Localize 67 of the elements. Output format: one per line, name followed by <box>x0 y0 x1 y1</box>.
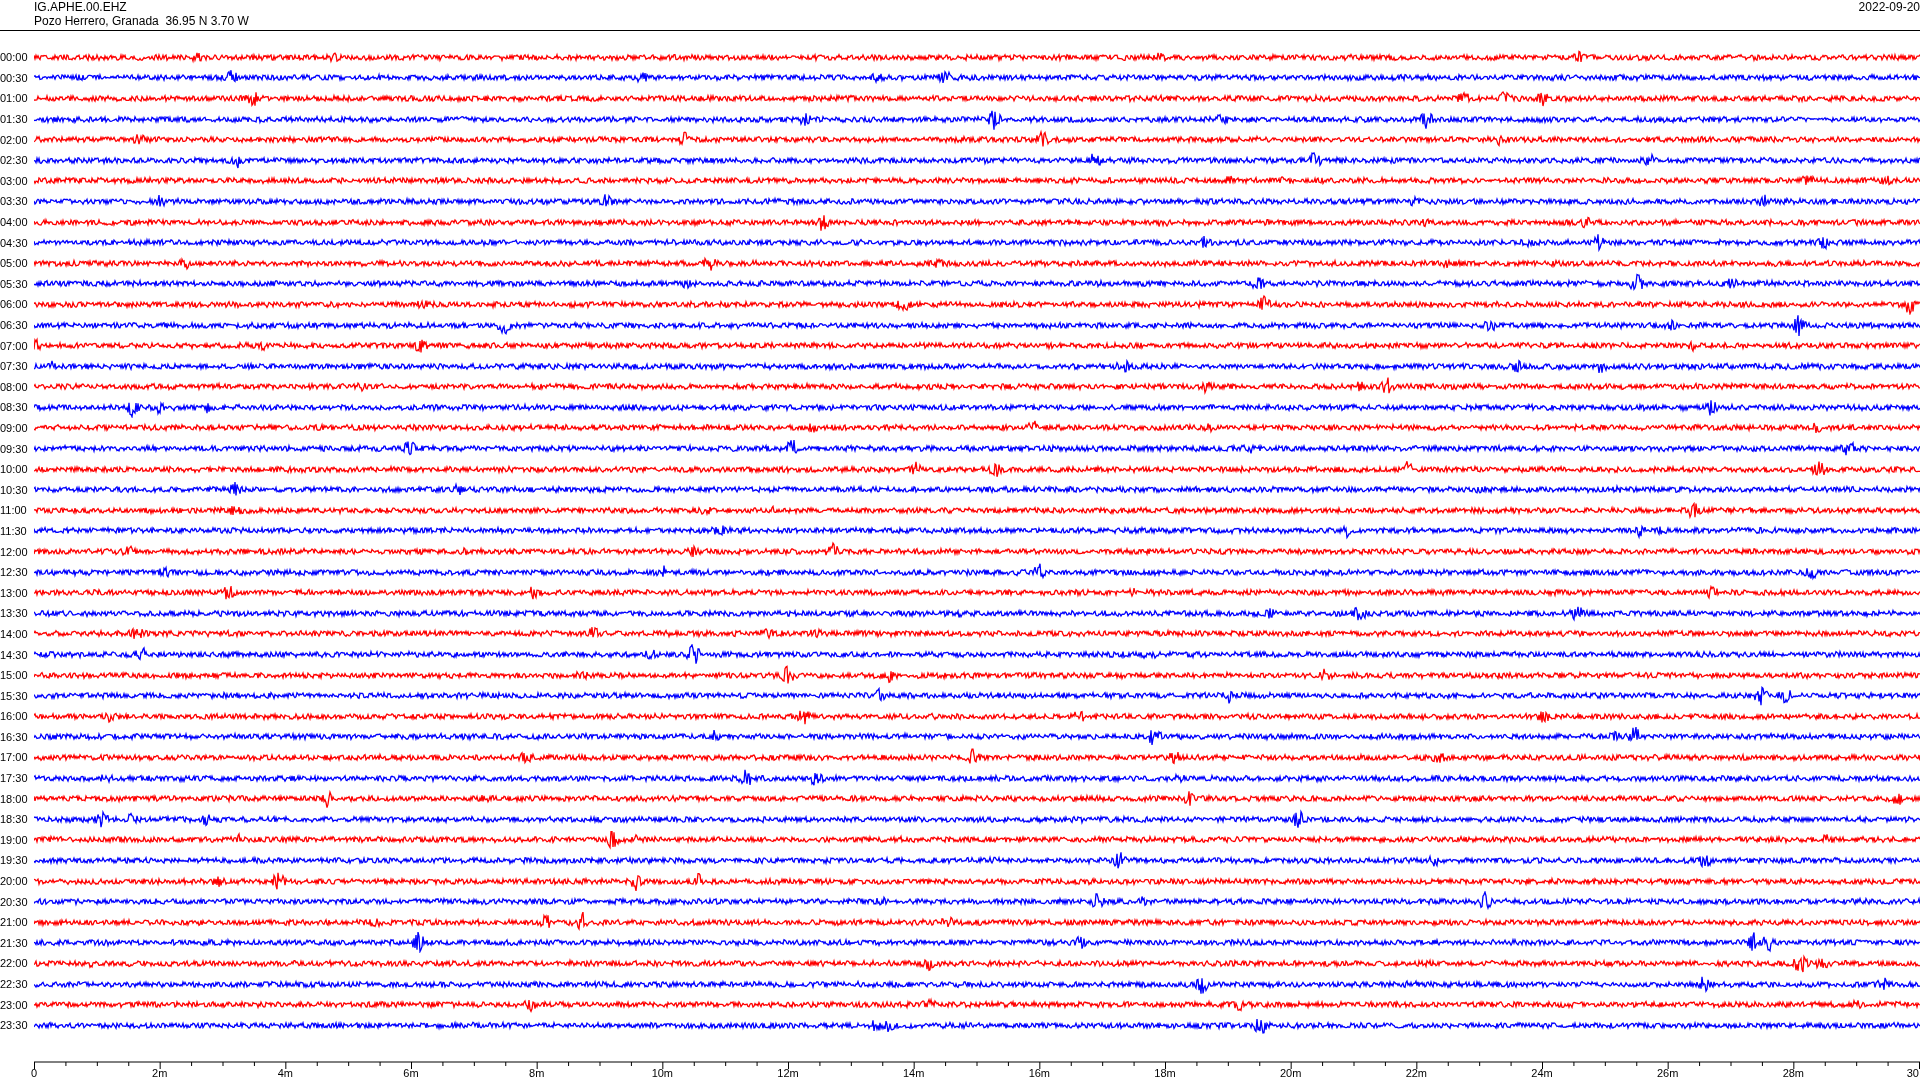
time-label: 05:30 <box>0 277 29 290</box>
time-label: 03:30 <box>0 195 29 208</box>
axis-tick-label: 6m <box>403 1066 419 1079</box>
time-label: 03:00 <box>0 174 29 187</box>
time-label: 18:30 <box>0 813 29 826</box>
time-label: 06:00 <box>0 298 29 311</box>
axis-tick-label: 16m <box>1028 1066 1051 1079</box>
axis-tick-label: 18m <box>1154 1066 1176 1079</box>
time-label: 07:30 <box>0 360 29 373</box>
axis-tick-label: 28m <box>1782 1066 1805 1079</box>
time-label: 14:30 <box>0 648 29 661</box>
axis-tick-label: 26m <box>1656 1066 1679 1079</box>
time-label: 11:00 <box>0 504 28 517</box>
time-label: 23:30 <box>0 1019 29 1032</box>
time-label: 09:30 <box>0 442 29 455</box>
time-label: 04:00 <box>0 216 29 229</box>
time-label: 10:30 <box>0 483 29 496</box>
time-label: 02:30 <box>0 154 29 167</box>
time-label: 16:30 <box>0 730 29 743</box>
time-label: 08:30 <box>0 401 29 414</box>
axis-tick-label: 20m <box>1279 1066 1302 1079</box>
time-label: 21:30 <box>0 936 29 949</box>
axis-tick-label: 24m <box>1531 1066 1553 1079</box>
axis-tick-label: 0 <box>30 1066 38 1079</box>
time-label: 21:00 <box>0 916 29 929</box>
time-label: 20:00 <box>0 875 29 888</box>
time-label: 15:30 <box>0 689 29 702</box>
axis-tick-label: 12m <box>777 1066 799 1079</box>
time-label: 19:30 <box>0 854 29 867</box>
time-label: 12:00 <box>0 545 29 558</box>
time-label: 07:00 <box>0 339 29 352</box>
time-label: 09:00 <box>0 422 29 434</box>
axis-tick-label: 22m <box>1405 1066 1428 1079</box>
time-label: 22:30 <box>0 978 29 990</box>
date-label: 2022-09-20 <box>1858 0 1920 14</box>
time-label: 00:00 <box>0 51 29 64</box>
time-label: 22:00 <box>0 957 29 970</box>
time-label: 16:00 <box>0 710 29 723</box>
time-label: 17:00 <box>0 751 29 764</box>
station-code: IG.APHE.00.EHZ <box>34 0 128 14</box>
time-label: 08:00 <box>0 380 29 393</box>
time-label: 11:30 <box>0 524 28 537</box>
time-label: 20:30 <box>0 895 29 908</box>
time-label: 01:00 <box>0 92 29 105</box>
time-label: 01:30 <box>0 113 29 126</box>
time-label: 02:00 <box>0 133 29 146</box>
time-label: 15:00 <box>0 669 29 682</box>
station-location: Pozo Herrero, Granada 36.95 N 3.70 W <box>34 14 249 28</box>
time-label: 10:00 <box>0 463 29 476</box>
time-label: 19:00 <box>0 833 29 846</box>
time-label: 00:30 <box>0 71 29 84</box>
axis-tick-label: 4m <box>277 1066 293 1079</box>
time-label: 17:30 <box>0 772 29 785</box>
time-label: 05:00 <box>0 257 29 270</box>
time-label: 14:00 <box>0 627 29 640</box>
axis-tick-label: 8m <box>529 1066 545 1079</box>
axis-tick-label: 14m <box>902 1066 925 1079</box>
axis-tick-label: 10m <box>651 1066 674 1079</box>
time-label: 06:30 <box>0 319 29 331</box>
time-label: 18:00 <box>0 792 29 805</box>
time-label: 13:00 <box>0 586 29 599</box>
axis-tick-label: 2m <box>152 1066 168 1079</box>
time-label: 13:30 <box>0 607 29 620</box>
time-label: 04:30 <box>0 236 29 249</box>
time-label: 12:30 <box>0 566 29 579</box>
time-label: 23:00 <box>0 998 29 1011</box>
axis-tick-label: 30 <box>1906 1066 1919 1079</box>
